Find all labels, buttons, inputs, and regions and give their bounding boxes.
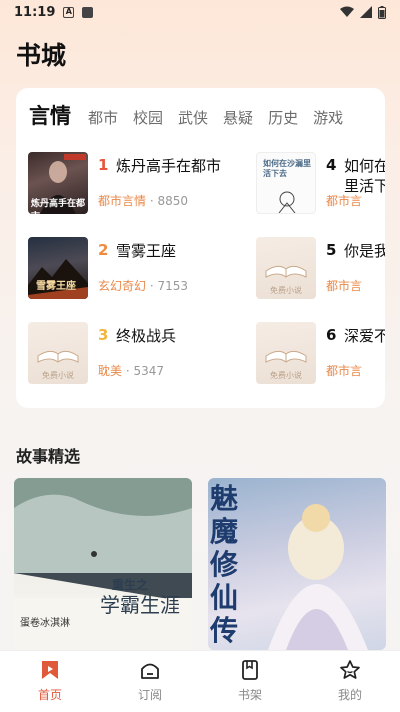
notification-a-icon: A xyxy=(63,6,75,18)
book-item[interactable]: 炼丹高手在都市 1 炼丹高手在都市 都市言情 · 8850 xyxy=(28,152,258,214)
cover-text: 免费小说 xyxy=(270,286,302,295)
book-meta: 都市言 xyxy=(326,192,362,209)
cover-text: 免费小说 xyxy=(270,371,302,380)
book-category: 耽美 xyxy=(98,364,123,378)
nav-profile[interactable]: 我的 xyxy=(300,651,400,712)
battery-icon xyxy=(378,5,386,19)
category-tabs: 言情 都市 校园 武侠 悬疑 历史 游戏 xyxy=(29,100,358,130)
rank-number: 6 xyxy=(326,326,337,344)
ranking-card: 言情 都市 校园 武侠 悬疑 历史 游戏 炼丹高手在都市 1 炼丹高手在都市 都… xyxy=(16,88,385,408)
wifi-icon xyxy=(340,6,354,17)
cover-text: 如何在沙漏里活下去 xyxy=(263,159,311,178)
status-time: 11:19 xyxy=(14,4,56,20)
book-meta: 都市言 xyxy=(326,362,362,379)
nav-subscribe[interactable]: 订阅 xyxy=(100,651,200,712)
book-meta: 都市言情 · 8850 xyxy=(98,194,189,208)
signal-icon xyxy=(360,6,372,18)
book-cover: 炼丹高手在都市 xyxy=(28,152,88,214)
book-meta: 都市言 xyxy=(326,277,362,294)
story-title: 魅魔修仙传 xyxy=(210,482,239,647)
tab-game[interactable]: 游戏 xyxy=(313,107,343,128)
story-author: 蛋卷冰淇淋 xyxy=(20,618,70,629)
subscribe-icon xyxy=(141,663,159,679)
book-category: 都市言 xyxy=(326,364,363,378)
nav-label: 书架 xyxy=(237,688,262,702)
book-count: 7153 xyxy=(157,279,189,293)
book-category: 玄幻奇幻 xyxy=(98,279,147,293)
book-title: 深爱不 xyxy=(344,327,385,345)
book-category: 都市言 xyxy=(326,194,363,208)
tab-history[interactable]: 历史 xyxy=(268,107,298,128)
nav-label: 我的 xyxy=(337,688,362,702)
section-title-stories: 故事精选 xyxy=(16,447,81,466)
bottom-nav: 首页 订阅 书架 我的 xyxy=(0,650,400,712)
book-title: 如何在 xyxy=(344,157,385,175)
book-item[interactable]: 免费小说 5 你是我 都市言 xyxy=(256,237,385,299)
book-cover: 免费小说 xyxy=(256,237,316,299)
star-profile-icon xyxy=(340,660,360,679)
book-meta: 玄幻奇幻 · 7153 xyxy=(98,279,189,293)
cover-text: 免费小说 xyxy=(42,371,74,380)
story-card[interactable]: 魅魔修仙传 xyxy=(208,478,386,650)
status-bar: 11:19 A xyxy=(0,0,400,24)
book-cover: 免费小说 xyxy=(256,322,316,384)
book-title: 你是我 xyxy=(344,242,385,260)
bookshelf-icon xyxy=(242,660,258,680)
tab-campus[interactable]: 校园 xyxy=(133,107,163,128)
book-item[interactable]: 雪雾王座 2 雪雾王座 玄幻奇幻 · 7153 xyxy=(28,237,258,299)
tab-wuxia[interactable]: 武侠 xyxy=(178,107,208,128)
book-cover: 如何在沙漏里活下去 xyxy=(256,152,316,214)
book-meta: 耽美 · 5347 xyxy=(98,364,165,378)
book-title: 雪雾王座 xyxy=(116,242,177,260)
nav-label: 订阅 xyxy=(137,688,162,702)
book-title: 终极战兵 xyxy=(116,327,177,345)
book-cover: 免费小说 xyxy=(28,322,88,384)
story-card[interactable]: 重生之 学霸生涯 蛋卷冰淇淋 xyxy=(14,478,192,650)
book-item[interactable]: 免费小说 3 终极战兵 耽美 · 5347 xyxy=(28,322,258,384)
book-item[interactable]: 如何在沙漏里活下去 4 如何在 里活下 都市言 xyxy=(256,152,385,214)
book-cover: 雪雾王座 xyxy=(28,237,88,299)
cover-text: 炼丹高手在都市 xyxy=(31,199,86,214)
rank-number: 2 xyxy=(98,241,109,259)
tab-romance[interactable]: 言情 xyxy=(29,100,71,130)
rank-number: 3 xyxy=(98,326,109,344)
nav-bookshelf[interactable]: 书架 xyxy=(200,651,300,712)
rank-number: 5 xyxy=(326,241,337,259)
tab-mystery[interactable]: 悬疑 xyxy=(223,107,253,128)
story-title: 学霸生涯 xyxy=(100,593,180,617)
book-category: 都市言 xyxy=(326,279,363,293)
book-title: 炼丹高手在都市 xyxy=(116,157,222,175)
notification-square-icon xyxy=(82,6,94,18)
rank-number: 4 xyxy=(326,156,337,174)
book-count: 8850 xyxy=(157,194,189,208)
book-count: 5347 xyxy=(133,364,165,378)
nav-label: 首页 xyxy=(37,688,62,702)
book-item[interactable]: 免费小说 6 深爱不 都市言 xyxy=(256,322,385,384)
cover-text: 雪雾王座 xyxy=(36,281,76,292)
book-category: 都市言情 xyxy=(98,194,147,208)
tab-urban[interactable]: 都市 xyxy=(88,107,118,128)
rank-number: 1 xyxy=(98,156,109,174)
nav-home[interactable]: 首页 xyxy=(0,651,100,712)
home-bookmark-icon xyxy=(42,661,58,679)
page-title: 书城 xyxy=(16,41,67,70)
